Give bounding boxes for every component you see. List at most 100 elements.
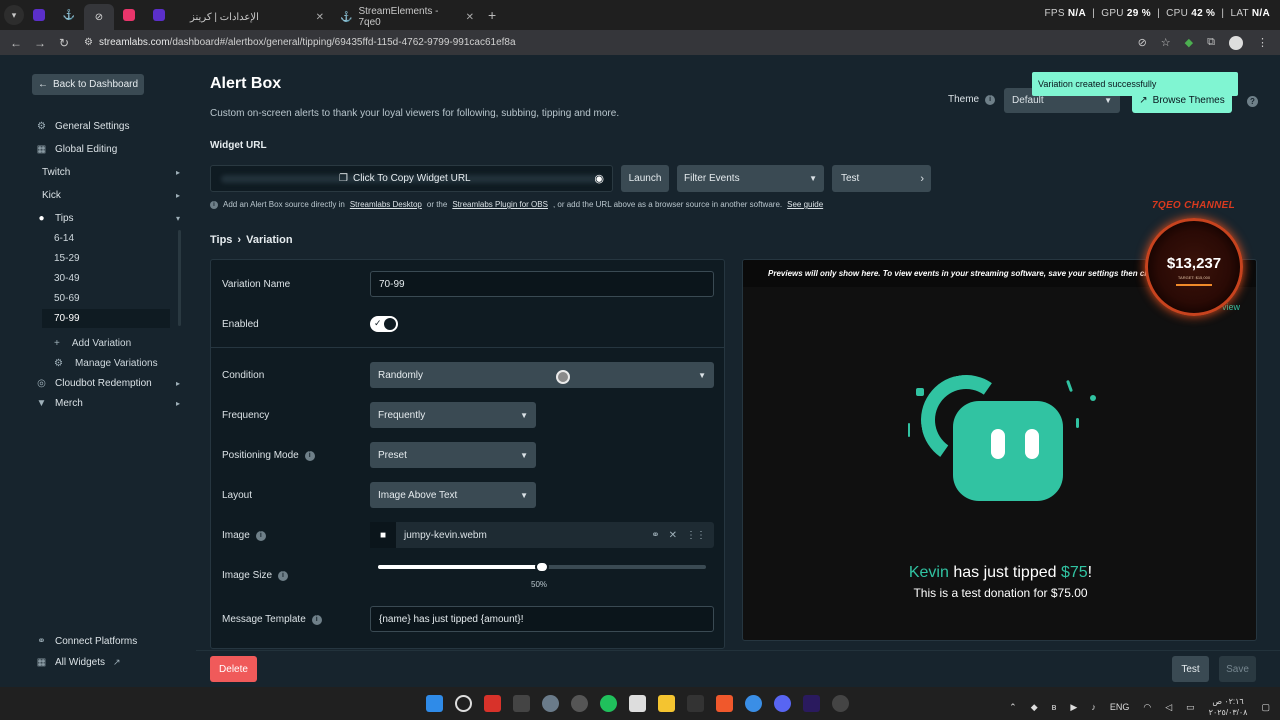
- breadcrumb-parent[interactable]: Tips: [210, 234, 232, 246]
- tab-pinned-2[interactable]: ⚓: [54, 3, 84, 27]
- profile-avatar[interactable]: [1229, 35, 1243, 50]
- forward-arrow-icon[interactable]: →: [28, 36, 52, 50]
- clock[interactable]: ٠٢:١٦ ص ٢٠٢٥/٠٣/٠٨: [1209, 696, 1248, 718]
- sidebar-variation-6-14[interactable]: 6-14: [42, 229, 170, 248]
- tab-active[interactable]: ⊘: [84, 4, 114, 30]
- new-tab-icon[interactable]: +: [488, 7, 496, 23]
- reload-icon[interactable]: ↻: [52, 36, 76, 50]
- enabled-toggle[interactable]: ✓: [370, 316, 398, 332]
- delete-button[interactable]: Delete: [210, 656, 257, 682]
- save-button[interactable]: Save: [1219, 656, 1256, 682]
- mic-icon[interactable]: ♪: [1091, 702, 1096, 712]
- manage-variations-button[interactable]: ⚙ Manage Variations: [54, 354, 158, 372]
- layout-select[interactable]: Image Above Text ▼: [370, 482, 536, 508]
- variation-name-input[interactable]: 70-99: [370, 271, 714, 297]
- shield-icon[interactable]: ◆: [1031, 702, 1038, 713]
- link-icon[interactable]: ⚭: [651, 530, 659, 541]
- help-icon[interactable]: ?: [1247, 96, 1258, 107]
- info-icon[interactable]: i: [255, 530, 266, 541]
- volume-icon[interactable]: ◁: [1165, 702, 1172, 713]
- search-icon[interactable]: [455, 695, 472, 712]
- close-icon[interactable]: ✕: [466, 12, 474, 23]
- notification-icon[interactable]: ▢: [1261, 702, 1270, 713]
- see-guide-link[interactable]: See guide: [787, 200, 823, 209]
- sidebar-scrollbar[interactable]: [178, 230, 181, 326]
- sidebar-item-twitch[interactable]: Twitch ▸: [42, 163, 180, 181]
- menu-icon[interactable]: ⋮: [1257, 36, 1268, 49]
- site-info-icon[interactable]: ⚙: [84, 37, 93, 48]
- obs-icon[interactable]: [832, 695, 849, 712]
- app-icon[interactable]: [484, 695, 501, 712]
- eye-off-icon[interactable]: ⊘: [1138, 36, 1147, 49]
- launch-button[interactable]: Launch: [621, 165, 669, 192]
- star-icon[interactable]: ☆: [1161, 36, 1171, 49]
- puzzle-icon[interactable]: ⧉: [1207, 36, 1215, 49]
- sidebar-connect-platforms[interactable]: ⚭ Connect Platforms: [36, 632, 186, 650]
- sidebar-item-general-settings[interactable]: ⚙ General Settings: [36, 117, 186, 135]
- close-icon[interactable]: ✕: [316, 12, 324, 23]
- app-icon[interactable]: [513, 695, 530, 712]
- sparkle-icon: [1090, 395, 1096, 401]
- copy-widget-url[interactable]: ❐ Click To Copy Widget URL: [339, 173, 471, 184]
- info-icon[interactable]: i: [304, 450, 315, 461]
- message-template-input[interactable]: {name} has just tipped {amount}!: [370, 606, 714, 632]
- windows-start-icon[interactable]: [426, 695, 443, 712]
- lang-indicator[interactable]: ENG: [1110, 702, 1130, 712]
- tab-search-icon[interactable]: ▾: [4, 5, 24, 25]
- wifi-icon[interactable]: ◠: [1143, 702, 1151, 713]
- sidebar-variation-50-69[interactable]: 50-69: [42, 289, 170, 308]
- streamlabs-desktop-link[interactable]: Streamlabs Desktop: [350, 200, 422, 209]
- test-dropdown-button[interactable]: Test ›: [832, 165, 931, 192]
- play-icon[interactable]: ▶: [1070, 702, 1077, 713]
- premiere-icon[interactable]: [803, 695, 820, 712]
- frequency-select[interactable]: Frequently ▼: [370, 402, 536, 428]
- url-field[interactable]: ⚙ streamlabs.com/dashboard#/alertbox/gen…: [84, 37, 1138, 48]
- tab-streamelements[interactable]: ⚓ StreamElements - 7qe0 ✕: [332, 4, 482, 30]
- add-variation-button[interactable]: + Add Variation: [54, 334, 131, 352]
- folder-icon[interactable]: [658, 695, 675, 712]
- sidebar-item-global-editing[interactable]: ▦ Global Editing: [36, 140, 186, 158]
- discord-icon[interactable]: [774, 695, 791, 712]
- chevron-up-icon[interactable]: ⌃: [1009, 702, 1017, 713]
- chrome-icon[interactable]: [745, 695, 762, 712]
- settings-icon[interactable]: [542, 695, 559, 712]
- tab-pinned-4[interactable]: [144, 3, 174, 27]
- tab-pinned-1[interactable]: [24, 3, 54, 27]
- tab-pinned-3[interactable]: [114, 3, 144, 27]
- sidebar-item-cloudbot[interactable]: ◎ Cloudbot Redemption ▸: [36, 374, 180, 392]
- brave-icon[interactable]: [716, 695, 733, 712]
- info-icon[interactable]: i: [278, 570, 289, 581]
- steam-icon[interactable]: [687, 695, 704, 712]
- sidebar-variation-15-29[interactable]: 15-29: [42, 249, 170, 268]
- sidebar-item-merch[interactable]: ▼ Merch ▸: [36, 394, 180, 412]
- info-icon[interactable]: i: [311, 614, 322, 625]
- back-to-dashboard-button[interactable]: ← Back to Dashboard: [32, 74, 145, 95]
- image-file-field[interactable]: ■ jumpy-kevin.webm ⚭ ✕ ⋮⋮: [370, 522, 714, 548]
- widget-url-field[interactable]: ❐ Click To Copy Widget URL ◉: [210, 165, 613, 192]
- app-icon[interactable]: [629, 695, 646, 712]
- battery-icon[interactable]: ▭: [1186, 702, 1195, 713]
- bluetooth-icon[interactable]: ʙ: [1052, 702, 1057, 712]
- sidebar-variation-30-49[interactable]: 30-49: [42, 269, 170, 288]
- slider-handle[interactable]: [535, 561, 549, 573]
- sidebar-item-kick[interactable]: Kick ▸: [42, 186, 180, 204]
- app-icon[interactable]: [571, 695, 588, 712]
- condition-select[interactable]: Randomly ▼: [370, 362, 714, 388]
- grid-icon[interactable]: ⋮⋮: [686, 530, 706, 541]
- back-arrow-icon[interactable]: ←: [4, 36, 28, 50]
- test-button[interactable]: Test: [1172, 656, 1209, 682]
- positioning-mode-select[interactable]: Preset ▼: [370, 442, 536, 468]
- obs-plugin-link[interactable]: Streamlabs Plugin for OBS: [452, 200, 548, 209]
- image-size-slider[interactable]: [378, 561, 706, 573]
- info-icon[interactable]: i: [985, 94, 996, 105]
- image-size-value: 50%: [531, 580, 548, 589]
- app-icon[interactable]: [600, 695, 617, 712]
- filter-events-select[interactable]: Filter Events ▼: [677, 165, 824, 192]
- tab-arabic-settings[interactable]: الإعدادات | كرينز ✕: [182, 4, 332, 30]
- sidebar-all-widgets[interactable]: ▦ All Widgets ↗: [36, 653, 186, 671]
- extension-shield-icon[interactable]: ◆: [1185, 36, 1193, 49]
- close-icon[interactable]: ✕: [669, 530, 677, 541]
- sidebar-item-tips[interactable]: ● Tips ▾: [36, 209, 180, 227]
- eye-icon[interactable]: ◉: [594, 172, 604, 185]
- sidebar-variation-70-99[interactable]: 70-99: [42, 309, 170, 328]
